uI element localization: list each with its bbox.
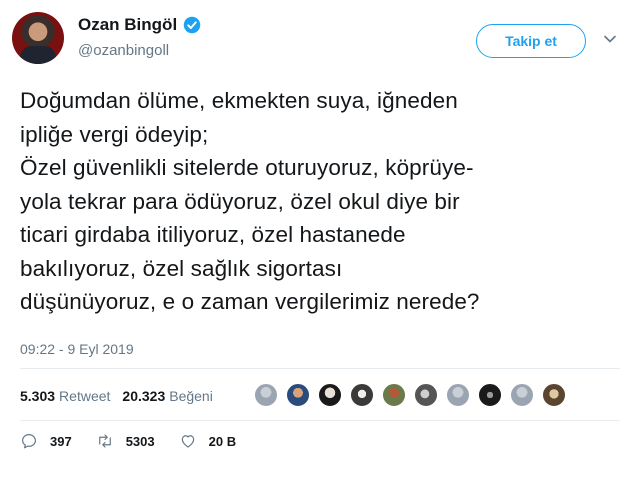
like-action-count: 20 B xyxy=(208,433,237,449)
tweet-timestamp[interactable]: 09:22 - 9 Eyl 2019 xyxy=(20,341,134,357)
likers-avatars xyxy=(253,382,573,408)
tweet-text: Doğumdan ölüme, ekmekten suya, iğneden i… xyxy=(20,84,625,319)
tweet-header: Ozan Bingöl @ozanbingoll Takip et xyxy=(0,0,635,80)
follow-button[interactable]: Takip et xyxy=(476,24,586,58)
retweet-action-count: 5303 xyxy=(125,433,155,449)
liker-avatar[interactable] xyxy=(477,382,503,408)
liker-avatar[interactable] xyxy=(285,382,311,408)
reply-icon xyxy=(22,434,36,449)
liker-avatar[interactable] xyxy=(541,382,567,408)
reply-count: 397 xyxy=(50,433,72,449)
tweet-line: ipliğe vergi ödeyip; xyxy=(20,121,209,147)
user-handle[interactable]: @ozanbingoll xyxy=(78,42,169,59)
retweet-icon xyxy=(98,434,111,448)
like-button[interactable]: 20 B xyxy=(179,432,236,450)
retweet-count[interactable]: 5.303 xyxy=(20,388,55,404)
liker-avatar[interactable] xyxy=(445,382,471,408)
liker-avatar[interactable] xyxy=(317,382,343,408)
tweet-line: Doğumdan ölüme, ekmekten suya, iğneden xyxy=(20,88,458,113)
liker-avatar[interactable] xyxy=(349,382,375,408)
reply-button[interactable]: 397 xyxy=(20,432,72,450)
tweet-line: ticari girdaba itiliyoruz, özel hastaned… xyxy=(20,222,406,247)
verified-badge-icon xyxy=(183,16,201,34)
chevron-down-icon[interactable] xyxy=(603,32,617,46)
tweet-actions: 397 5303 20 B xyxy=(20,432,260,450)
user-name[interactable]: Ozan Bingöl xyxy=(78,15,177,35)
liker-avatar[interactable] xyxy=(413,382,439,408)
retweet-button[interactable]: 5303 xyxy=(96,432,155,450)
engagement-stats: 5.303 Retweet 20.323 Beğeni xyxy=(20,378,225,414)
avatar-figure xyxy=(20,46,56,64)
retweet-label[interactable]: Retweet xyxy=(59,388,110,404)
tweet-line: yola tekrar para ödüyoruz, özel okul diy… xyxy=(20,188,460,214)
tweet-line: bakılıyoruz, özel sağlık sigortası xyxy=(20,255,343,281)
tweet-line: Özel güvenlikli sitelerde oturuyoruz, kö… xyxy=(20,155,474,180)
divider xyxy=(20,368,620,369)
liker-avatar[interactable] xyxy=(381,382,407,408)
avatar[interactable] xyxy=(12,12,64,64)
like-label[interactable]: Beğeni xyxy=(169,388,213,404)
name-row: Ozan Bingöl xyxy=(78,15,201,35)
tweet-line: düşünüyoruz, e o zaman vergilerimiz nere… xyxy=(20,289,480,314)
liker-avatar[interactable] xyxy=(509,382,535,408)
heart-icon xyxy=(181,435,194,448)
like-count[interactable]: 20.323 xyxy=(122,388,165,404)
liker-avatar[interactable] xyxy=(253,382,279,408)
divider xyxy=(20,420,620,421)
